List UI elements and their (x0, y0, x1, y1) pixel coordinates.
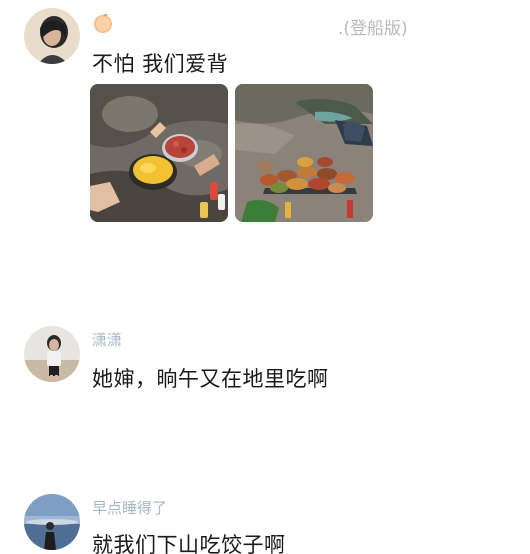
comment-text-1: 她婶，晌午又在地里吃啊 (92, 367, 329, 391)
commenter-username-1[interactable]: 潇潇 (92, 329, 122, 350)
comment-thread: .(登船版) 不怕 我们爱背 潇潇 她婶，晌午又在地里吃啊 早点睡得了 就我们下… (0, 0, 530, 554)
post-text: 不怕 我们爱背 (92, 52, 229, 76)
commenter-avatar-2[interactable] (24, 494, 80, 550)
commenter-username-2[interactable]: 早点睡得了 (92, 497, 167, 518)
edition-label: .(登船版) (338, 19, 408, 39)
post-photo-picnic[interactable] (235, 84, 373, 222)
commenter-avatar-1[interactable] (24, 326, 80, 382)
orange-fruit-icon (92, 12, 114, 34)
post-photo-cooking[interactable] (90, 84, 228, 222)
post-author-avatar[interactable] (24, 8, 80, 64)
comment-text-2: 就我们下山吃饺子啊 (92, 533, 286, 554)
